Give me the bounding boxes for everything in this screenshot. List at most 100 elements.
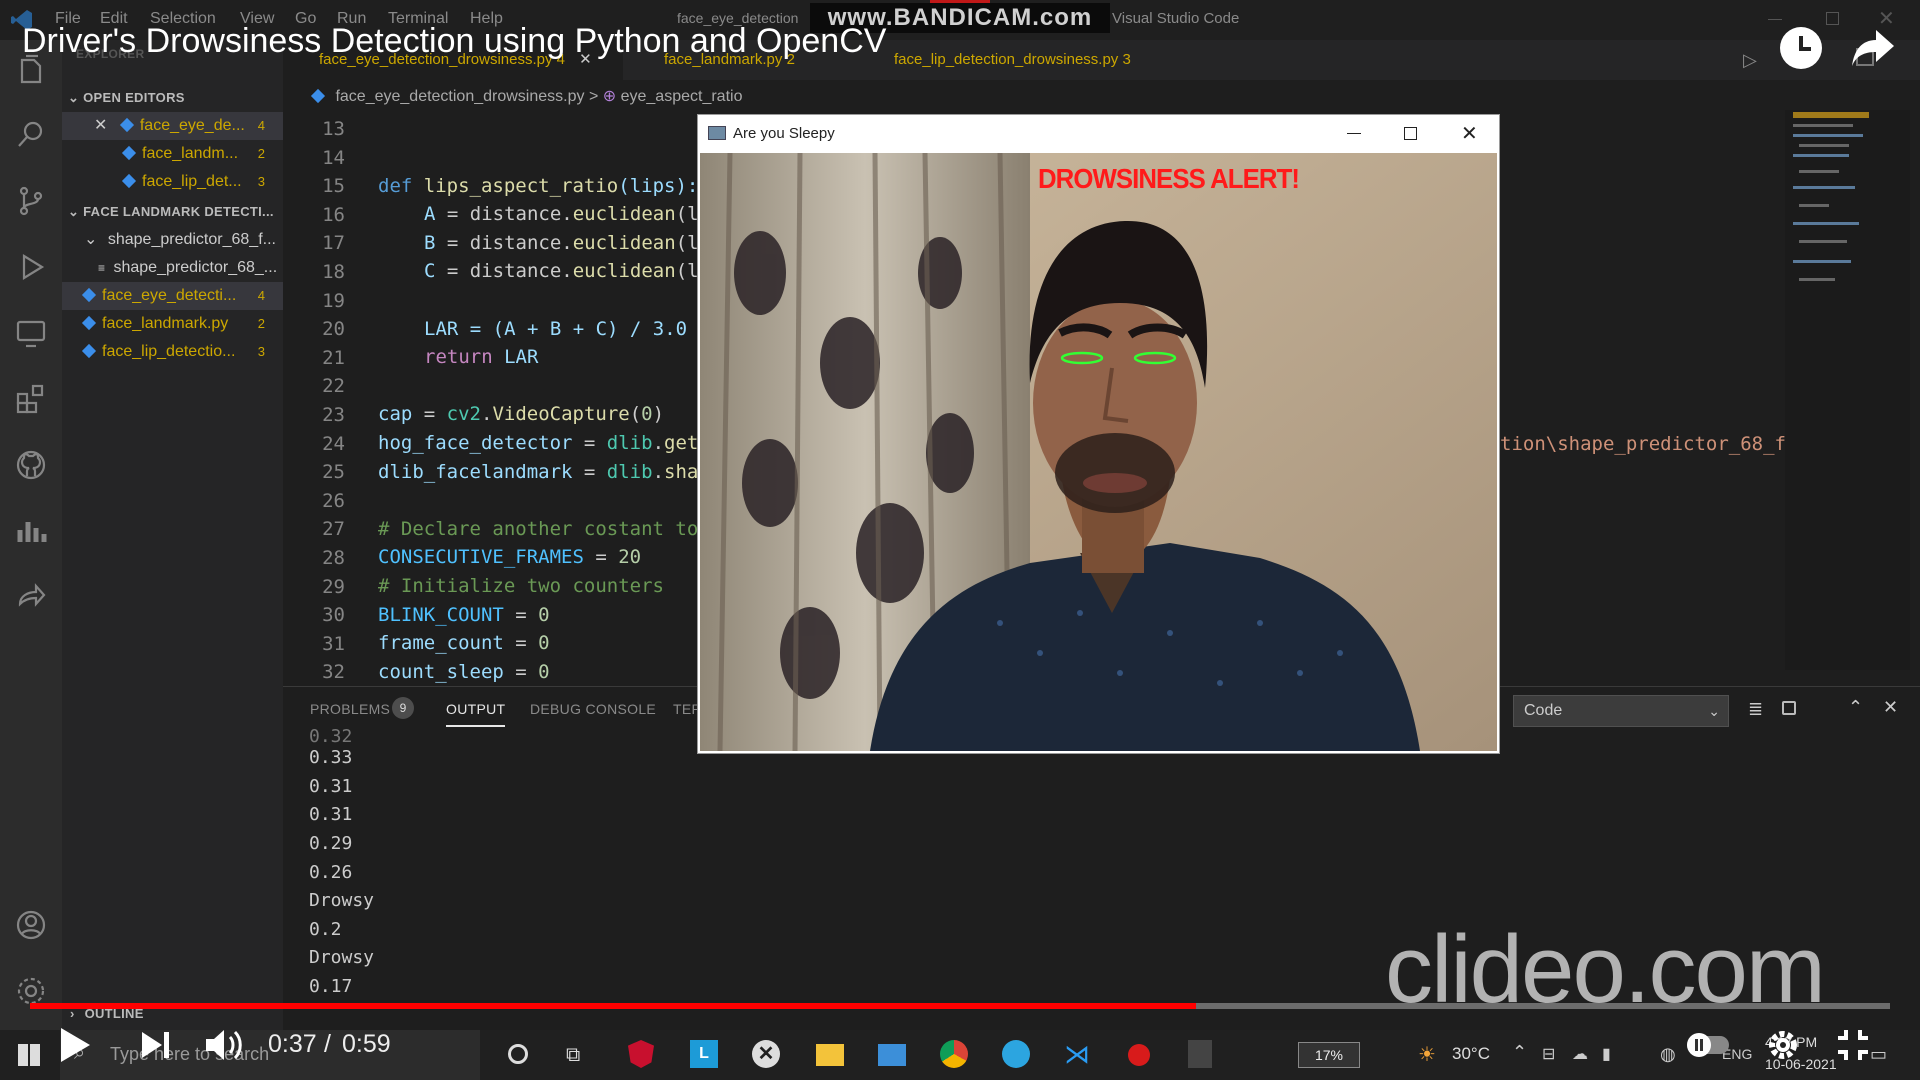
total-time: 0:59: [342, 1030, 391, 1058]
volume-icon[interactable]: [204, 1028, 246, 1062]
drowsiness-alert-text: DROWSINESS ALERT!: [1038, 163, 1300, 194]
line-number: 17: [322, 232, 345, 255]
webcam-image: [700, 153, 1497, 751]
account-icon[interactable]: [14, 908, 48, 942]
output-channel-select[interactable]: Code ⌄: [1513, 695, 1729, 727]
line-number: 19: [322, 289, 345, 312]
output-line: Drowsy: [309, 890, 375, 911]
webcam-feed: DROWSINESS ALERT!: [700, 153, 1497, 751]
line-number: 31: [322, 632, 345, 655]
python-file-icon: [121, 145, 137, 161]
opencv-window[interactable]: Are you Sleepy ✕ DROWSINESS ALERT!: [697, 114, 1500, 754]
output-line: 0.17: [309, 976, 353, 997]
open-editors-header[interactable]: ⌄ OPEN EDITORS: [62, 84, 283, 112]
tab-output[interactable]: OUTPUT: [446, 701, 506, 727]
code-line: return LAR: [424, 346, 539, 369]
live-share-icon[interactable]: [14, 580, 48, 614]
python-file-icon: [81, 315, 97, 331]
search-icon[interactable]: [14, 118, 48, 152]
video-progress-fill: [30, 1003, 1197, 1009]
file-item[interactable]: face_landmark.py 2: [62, 310, 283, 338]
open-editor-item[interactable]: ✕ face_eye_de... 4: [62, 112, 283, 140]
breadcrumb-file[interactable]: face_eye_detection_drowsiness.py: [335, 88, 584, 105]
opencv-window-title: Are you Sleepy: [733, 125, 835, 142]
pause-toggle-icon[interactable]: [1686, 1032, 1730, 1058]
code-line: frame_count = 0: [378, 632, 550, 655]
breadcrumb-symbol[interactable]: eye_aspect_ratio: [621, 88, 743, 105]
chevron-down-icon: ⌄: [84, 231, 98, 248]
line-number: 24: [322, 432, 345, 455]
lock-scroll-icon[interactable]: [1782, 701, 1796, 715]
folder-item[interactable]: ⌄ shape_predictor_68_f...: [62, 226, 283, 254]
project-folder-header[interactable]: ⌄ FACE LANDMARK DETECTI...: [62, 198, 283, 226]
code-line: LAR = (A + B + C) / 3.0: [424, 317, 688, 340]
opencv-titlebar[interactable]: Are you Sleepy ✕: [698, 115, 1499, 153]
tab-face-lip-detection[interactable]: face_lip_detection_drowsiness.py 3: [858, 40, 1178, 80]
line-number: 15: [322, 175, 345, 198]
code-line: C = distance.euclidean(l: [424, 260, 699, 283]
minimize-icon[interactable]: [1347, 133, 1361, 134]
output-line: 0.26: [309, 862, 353, 883]
window-app-icon: [708, 126, 726, 140]
file-item[interactable]: face_eye_detecti... 4: [62, 282, 283, 310]
close-icon[interactable]: ✕: [94, 117, 107, 134]
github-icon[interactable]: [14, 448, 48, 482]
exit-fullscreen-icon[interactable]: [1836, 1028, 1870, 1062]
output-line: 0.29: [309, 833, 353, 854]
line-number: 14: [322, 146, 345, 169]
code-comment: # Initialize two counters: [378, 575, 664, 597]
remote-explorer-icon[interactable]: [14, 316, 48, 350]
code-line: A = distance.euclidean(l: [424, 203, 699, 226]
output-line: 0.2: [309, 919, 342, 940]
code-line: hog_face_detector = dlib.get: [378, 432, 699, 454]
settings-gear-icon[interactable]: [1766, 1028, 1800, 1062]
run-debug-icon[interactable]: [14, 250, 48, 284]
watch-later-icon[interactable]: [1780, 27, 1822, 69]
python-file-icon: [119, 117, 134, 133]
output-line: 0.31: [309, 804, 353, 825]
maximize-panel-icon[interactable]: ⌃: [1848, 697, 1863, 718]
close-panel-icon[interactable]: ✕: [1883, 697, 1898, 718]
maximize-icon[interactable]: [1826, 12, 1839, 25]
extensions-icon[interactable]: [14, 382, 48, 416]
maximize-icon[interactable]: [1404, 127, 1417, 140]
chevron-down-icon: ⌄: [68, 204, 80, 219]
file-item[interactable]: face_lip_detectio... 3: [62, 338, 283, 366]
share-icon[interactable]: [1850, 28, 1896, 68]
python-file-icon: [121, 173, 137, 189]
activity-bar: [0, 40, 62, 1030]
tab-problems[interactable]: PROBLEMS: [310, 701, 390, 717]
source-control-icon[interactable]: [14, 184, 48, 218]
python-file-icon: [81, 287, 97, 303]
video-title: Driver's Drowsiness Detection using Pyth…: [22, 22, 887, 60]
code-line: def lips_aspect_ratio(lips):: [378, 174, 699, 197]
line-number: 27: [322, 518, 345, 541]
chevron-down-icon: ⌄: [1708, 703, 1720, 719]
tab-debug-console[interactable]: DEBUG CONSOLE: [530, 701, 656, 717]
open-editor-item[interactable]: face_lip_det... 3: [62, 168, 283, 196]
code-line: BLINK_COUNT = 0: [378, 603, 550, 626]
line-number: 21: [322, 346, 345, 369]
problems-count-badge: 9: [392, 697, 414, 719]
symbol-method-icon: ⊕: [602, 88, 617, 105]
run-file-icon[interactable]: ▷: [1743, 50, 1757, 71]
chart-icon[interactable]: [14, 514, 48, 548]
file-item[interactable]: ≡ shape_predictor_68_...: [62, 254, 283, 282]
line-number: 32: [322, 661, 345, 684]
close-icon[interactable]: ✕: [1461, 121, 1478, 146]
open-editor-item[interactable]: face_landm... 2: [62, 140, 283, 168]
line-number: 23: [322, 404, 345, 426]
line-number: 30: [322, 604, 345, 627]
clear-output-icon[interactable]: ≣: [1748, 699, 1763, 720]
line-number: 26: [322, 489, 345, 512]
next-video-icon[interactable]: [140, 1030, 172, 1060]
video-progress-bar[interactable]: [30, 1003, 1890, 1009]
output-line: Drowsy: [309, 947, 375, 968]
line-number: 28: [322, 547, 345, 569]
minimize-icon[interactable]: [1768, 19, 1782, 20]
text-file-icon: ≡: [98, 261, 106, 275]
minimap[interactable]: [1785, 110, 1910, 670]
play-icon[interactable]: [58, 1026, 92, 1064]
current-time: 0:37: [268, 1030, 317, 1058]
python-file-icon: [81, 343, 97, 359]
